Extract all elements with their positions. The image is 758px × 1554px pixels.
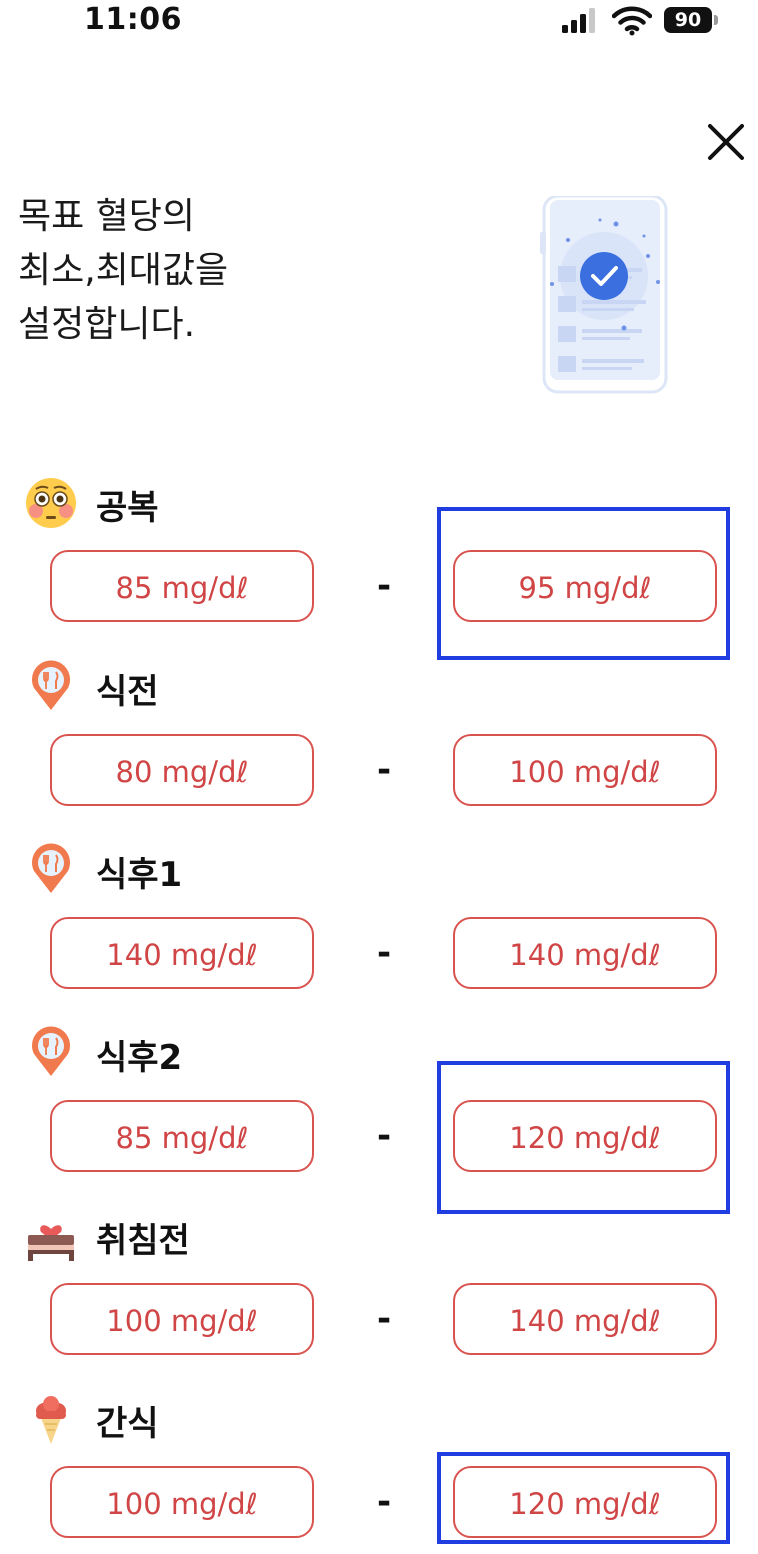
battery-level: 90 — [664, 7, 712, 33]
flushed-face-icon — [26, 478, 76, 528]
restaurant-pin-icon — [32, 1026, 70, 1076]
page-title-line: 목표 혈당의 — [18, 196, 196, 237]
page-title-line: 최소,최대값을 — [18, 250, 229, 291]
status-time: 11:06 — [84, 2, 182, 37]
restaurant-pin-icon — [32, 843, 70, 893]
range-separator: - — [376, 933, 392, 973]
after-meal-1-min-input[interactable]: 140 mg/dℓ — [50, 917, 314, 989]
after-meal-2-min-input[interactable]: 85 mg/dℓ — [50, 1100, 314, 1172]
bed-heart-icon — [28, 1225, 74, 1261]
after-meal-2-max-input[interactable]: 120 mg/dℓ — [453, 1100, 717, 1172]
wifi-icon — [612, 6, 652, 36]
section-label: 식전 — [96, 672, 159, 712]
section-label: 식후1 — [96, 855, 183, 895]
ice-cream-icon — [36, 1396, 66, 1444]
range-separator: - — [376, 566, 392, 606]
bedtime-max-input[interactable]: 140 mg/dℓ — [453, 1283, 717, 1355]
section-label: 취침전 — [96, 1221, 190, 1261]
snack-min-input[interactable]: 100 mg/dℓ — [50, 1466, 314, 1538]
battery-tip — [714, 15, 718, 25]
battery-icon: 90 — [664, 7, 722, 35]
status-bar: 11:06 90 — [0, 0, 758, 44]
range-separator: - — [376, 750, 392, 790]
page-title-line: 설정합니다. — [18, 304, 196, 345]
close-icon[interactable] — [700, 116, 752, 168]
fasting-max-input[interactable]: 95 mg/dℓ — [453, 550, 717, 622]
after-meal-1-max-input[interactable]: 140 mg/dℓ — [453, 917, 717, 989]
range-separator: - — [376, 1482, 392, 1522]
phone-check-illustration — [540, 196, 668, 394]
page-title: 목표 혈당의 최소,최대값을 설정합니다. — [18, 190, 338, 352]
bedtime-min-input[interactable]: 100 mg/dℓ — [50, 1283, 314, 1355]
cellular-signal-icon — [562, 8, 595, 33]
range-separator: - — [376, 1299, 392, 1339]
section-label: 공복 — [96, 488, 159, 528]
restaurant-pin-icon — [32, 660, 70, 710]
fasting-min-input[interactable]: 85 mg/dℓ — [50, 550, 314, 622]
before-meal-min-input[interactable]: 80 mg/dℓ — [50, 734, 314, 806]
before-meal-max-input[interactable]: 100 mg/dℓ — [453, 734, 717, 806]
section-label: 식후2 — [96, 1038, 183, 1078]
snack-max-input[interactable]: 120 mg/dℓ — [453, 1466, 717, 1538]
section-label: 간식 — [96, 1404, 159, 1444]
range-separator: - — [376, 1116, 392, 1156]
